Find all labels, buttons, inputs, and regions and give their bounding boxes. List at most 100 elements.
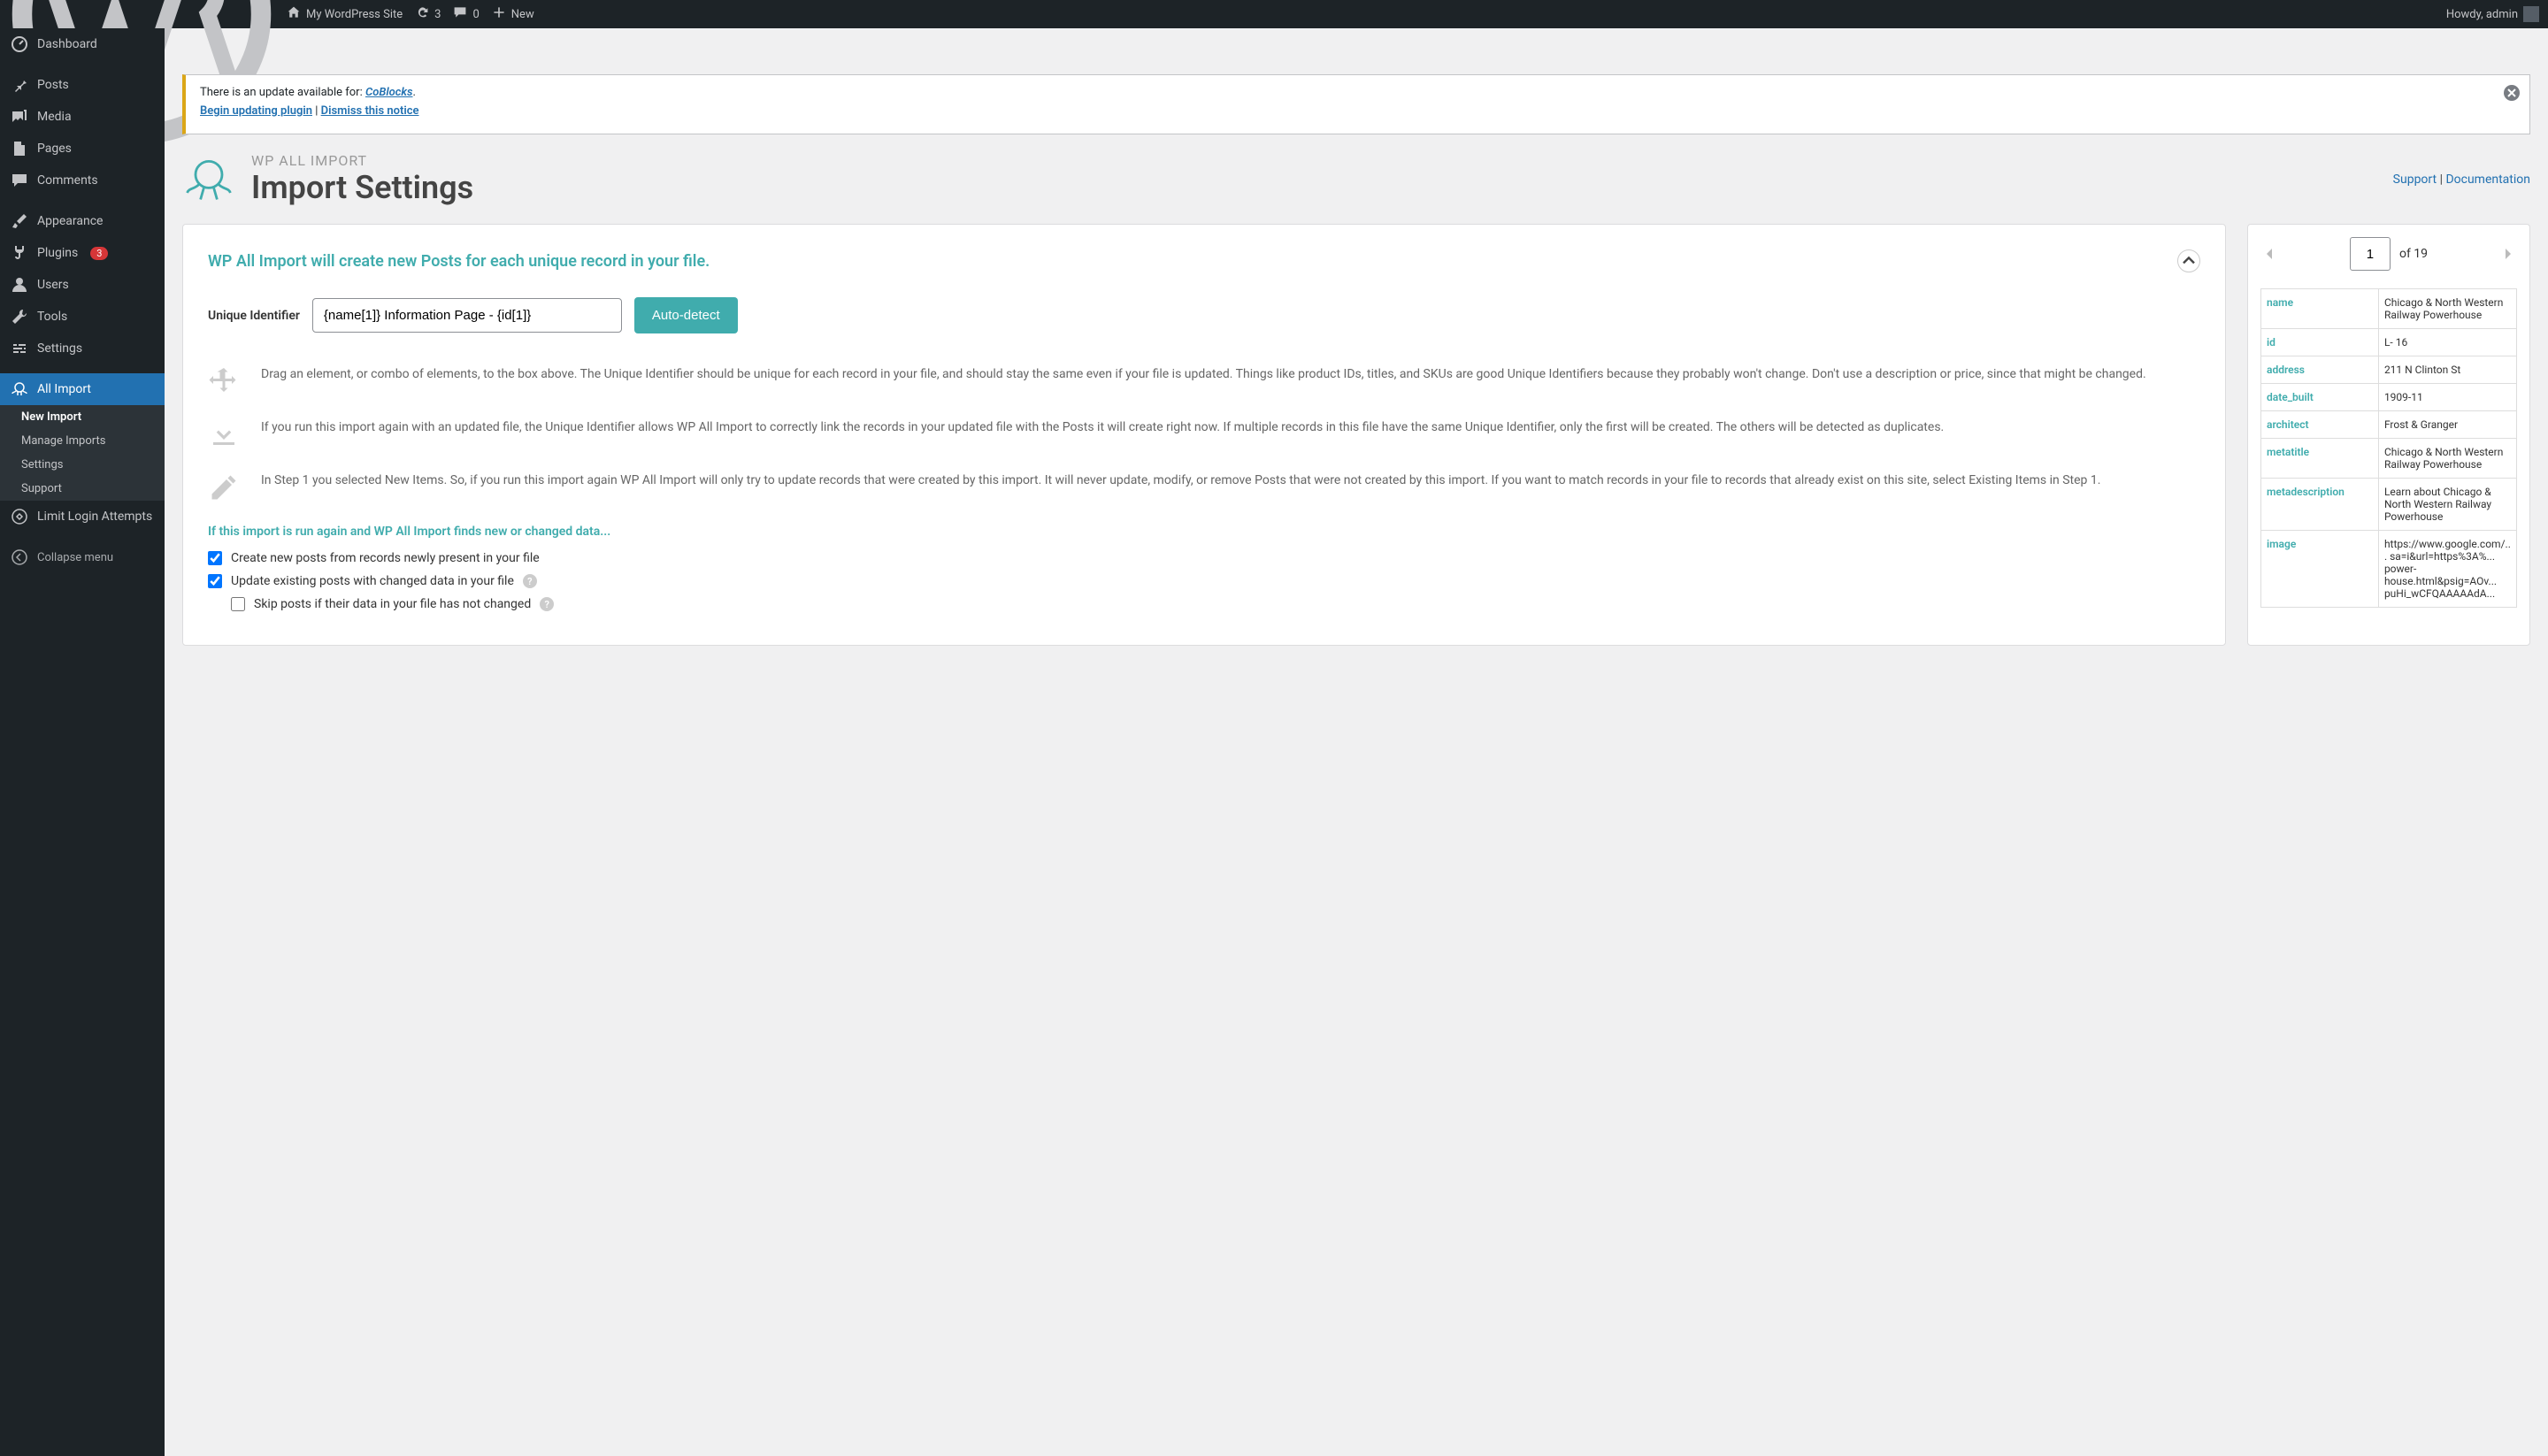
import-settings-panel: WP All Import will create new Posts for … <box>182 224 2226 646</box>
preview-table: nameChicago & North Western Railway Powe… <box>2260 288 2517 608</box>
checkbox-label: Create new posts from records newly pres… <box>231 551 540 565</box>
collapse-icon <box>11 548 28 566</box>
wrench-icon <box>11 308 28 326</box>
identifier-row: Unique Identifier Auto-detect <box>208 297 2200 333</box>
sidebar-item-media[interactable]: Media <box>0 101 165 133</box>
checkbox-row-skip: Skip posts if their data in your file ha… <box>231 597 2200 611</box>
checkbox-row-create: Create new posts from records newly pres… <box>208 551 2200 565</box>
sidebar-item-appearance[interactable]: Appearance <box>0 205 165 237</box>
panel-title: WP All Import will create new Posts for … <box>208 252 710 271</box>
sidebar-item-label: Posts <box>37 78 69 92</box>
sidebar-item-label: Tools <box>37 310 67 324</box>
field-value: L- 16 <box>2378 329 2516 356</box>
field-key[interactable]: metadescription <box>2261 479 2379 531</box>
sliders-icon <box>11 340 28 357</box>
sidebar-sub-support[interactable]: Support <box>0 477 165 501</box>
next-record-button[interactable] <box>2499 240 2517 269</box>
table-row: idL- 16 <box>2261 329 2517 356</box>
prev-record-button[interactable] <box>2260 240 2278 269</box>
sidebar-item-pages[interactable]: Pages <box>0 133 165 165</box>
support-link[interactable]: Support <box>2393 172 2437 187</box>
sidebar-item-posts[interactable]: Posts <box>0 69 165 101</box>
identifier-label: Unique Identifier <box>208 309 300 323</box>
record-preview-panel: of 19 nameChicago & North Western Railwa… <box>2247 224 2530 646</box>
sidebar-item-label: Limit Login Attempts <box>37 509 152 525</box>
comments-count: 0 <box>472 8 479 21</box>
header-links: Support | Documentation <box>2393 172 2530 187</box>
help-icon[interactable]: ? <box>523 574 537 588</box>
auto-detect-button[interactable]: Auto-detect <box>634 297 738 333</box>
plug-icon <box>11 244 28 262</box>
sidebar-item-limit-login[interactable]: Limit Login Attempts <box>0 501 165 533</box>
info-text-1: Drag an element, or combo of elements, t… <box>261 365 2146 397</box>
sidebar-item-dashboard[interactable]: Dashboard <box>0 28 165 60</box>
page-input[interactable] <box>2350 237 2391 271</box>
new-link[interactable]: New <box>492 5 534 23</box>
sidebar-item-label: All Import <box>37 382 91 396</box>
comments-link[interactable]: 0 <box>453 5 479 23</box>
collapse-panel-button[interactable] <box>2177 249 2200 272</box>
octopus-logo-icon <box>182 153 235 206</box>
field-key[interactable]: architect <box>2261 411 2379 439</box>
table-row: metadescriptionLearn about Chicago & Nor… <box>2261 479 2517 531</box>
updates-link[interactable]: 3 <box>415 5 441 23</box>
skip-posts-checkbox[interactable] <box>231 597 245 611</box>
collapse-label: Collapse menu <box>37 551 113 564</box>
refresh-icon <box>415 5 429 23</box>
home-icon <box>287 5 301 23</box>
field-key[interactable]: date_built <box>2261 384 2379 411</box>
table-row: address211 N Clinton St <box>2261 356 2517 384</box>
page-total-label: of 19 <box>2399 247 2428 261</box>
plugins-badge: 3 <box>90 247 108 260</box>
field-key[interactable]: image <box>2261 531 2379 608</box>
create-new-checkbox[interactable] <box>208 551 222 565</box>
dashboard-icon <box>11 35 28 53</box>
field-value: Learn about Chicago & North Western Rail… <box>2378 479 2516 531</box>
sidebar-item-label: Comments <box>37 173 98 188</box>
table-row: metatitleChicago & North Western Railway… <box>2261 439 2517 479</box>
documentation-link[interactable]: Documentation <box>2445 172 2530 187</box>
field-key[interactable]: address <box>2261 356 2379 384</box>
field-key[interactable]: name <box>2261 289 2379 329</box>
user-icon <box>11 276 28 294</box>
checkbox-row-update: Update existing posts with changed data … <box>208 574 2200 588</box>
field-key[interactable]: metatitle <box>2261 439 2379 479</box>
table-row: imagehttps://www.google.com/... sa=i&url… <box>2261 531 2517 608</box>
checkbox-label: Skip posts if their data in your file ha… <box>254 597 531 611</box>
updates-count: 3 <box>434 8 441 21</box>
close-icon[interactable] <box>2503 84 2521 102</box>
sidebar-item-settings[interactable]: Settings <box>0 333 165 364</box>
update-existing-checkbox[interactable] <box>208 574 222 588</box>
sidebar-submenu: New Import Manage Imports Settings Suppo… <box>0 405 165 501</box>
help-icon[interactable]: ? <box>540 597 554 611</box>
field-value: 211 N Clinton St <box>2378 356 2516 384</box>
begin-updating-link[interactable]: Begin updating plugin <box>200 104 312 118</box>
collapse-menu[interactable]: Collapse menu <box>0 541 165 573</box>
move-icon <box>208 365 240 397</box>
preview-nav: of 19 <box>2260 237 2517 271</box>
sidebar-sub-settings[interactable]: Settings <box>0 453 165 477</box>
sidebar-item-all-import[interactable]: All Import <box>0 373 165 405</box>
plus-icon <box>492 5 506 23</box>
site-link[interactable]: My WordPress Site <box>287 5 403 23</box>
sidebar-item-users[interactable]: Users <box>0 269 165 301</box>
howdy-link[interactable]: Howdy, admin <box>2446 6 2539 22</box>
field-key[interactable]: id <box>2261 329 2379 356</box>
media-icon <box>11 108 28 126</box>
pencil-icon <box>208 471 240 503</box>
dismiss-notice-link[interactable]: Dismiss this notice <box>321 104 419 118</box>
sidebar-item-label: Pages <box>37 142 72 156</box>
sidebar-item-tools[interactable]: Tools <box>0 301 165 333</box>
page-breadcrumb: WP ALL IMPORT <box>251 152 473 169</box>
sidebar-sub-new-import[interactable]: New Import <box>0 405 165 429</box>
admin-sidebar: Dashboard Posts Media Pages Comments App… <box>0 28 165 1456</box>
identifier-input[interactable] <box>312 298 622 333</box>
field-value: 1909-11 <box>2378 384 2516 411</box>
notice-plugin-link[interactable]: CoBlocks <box>365 86 413 99</box>
table-row: architectFrost & Granger <box>2261 411 2517 439</box>
pin-icon <box>11 76 28 94</box>
sidebar-sub-manage-imports[interactable]: Manage Imports <box>0 429 165 453</box>
sidebar-item-plugins[interactable]: Plugins 3 <box>0 237 165 269</box>
sidebar-item-comments[interactable]: Comments <box>0 165 165 196</box>
table-row: nameChicago & North Western Railway Powe… <box>2261 289 2517 329</box>
